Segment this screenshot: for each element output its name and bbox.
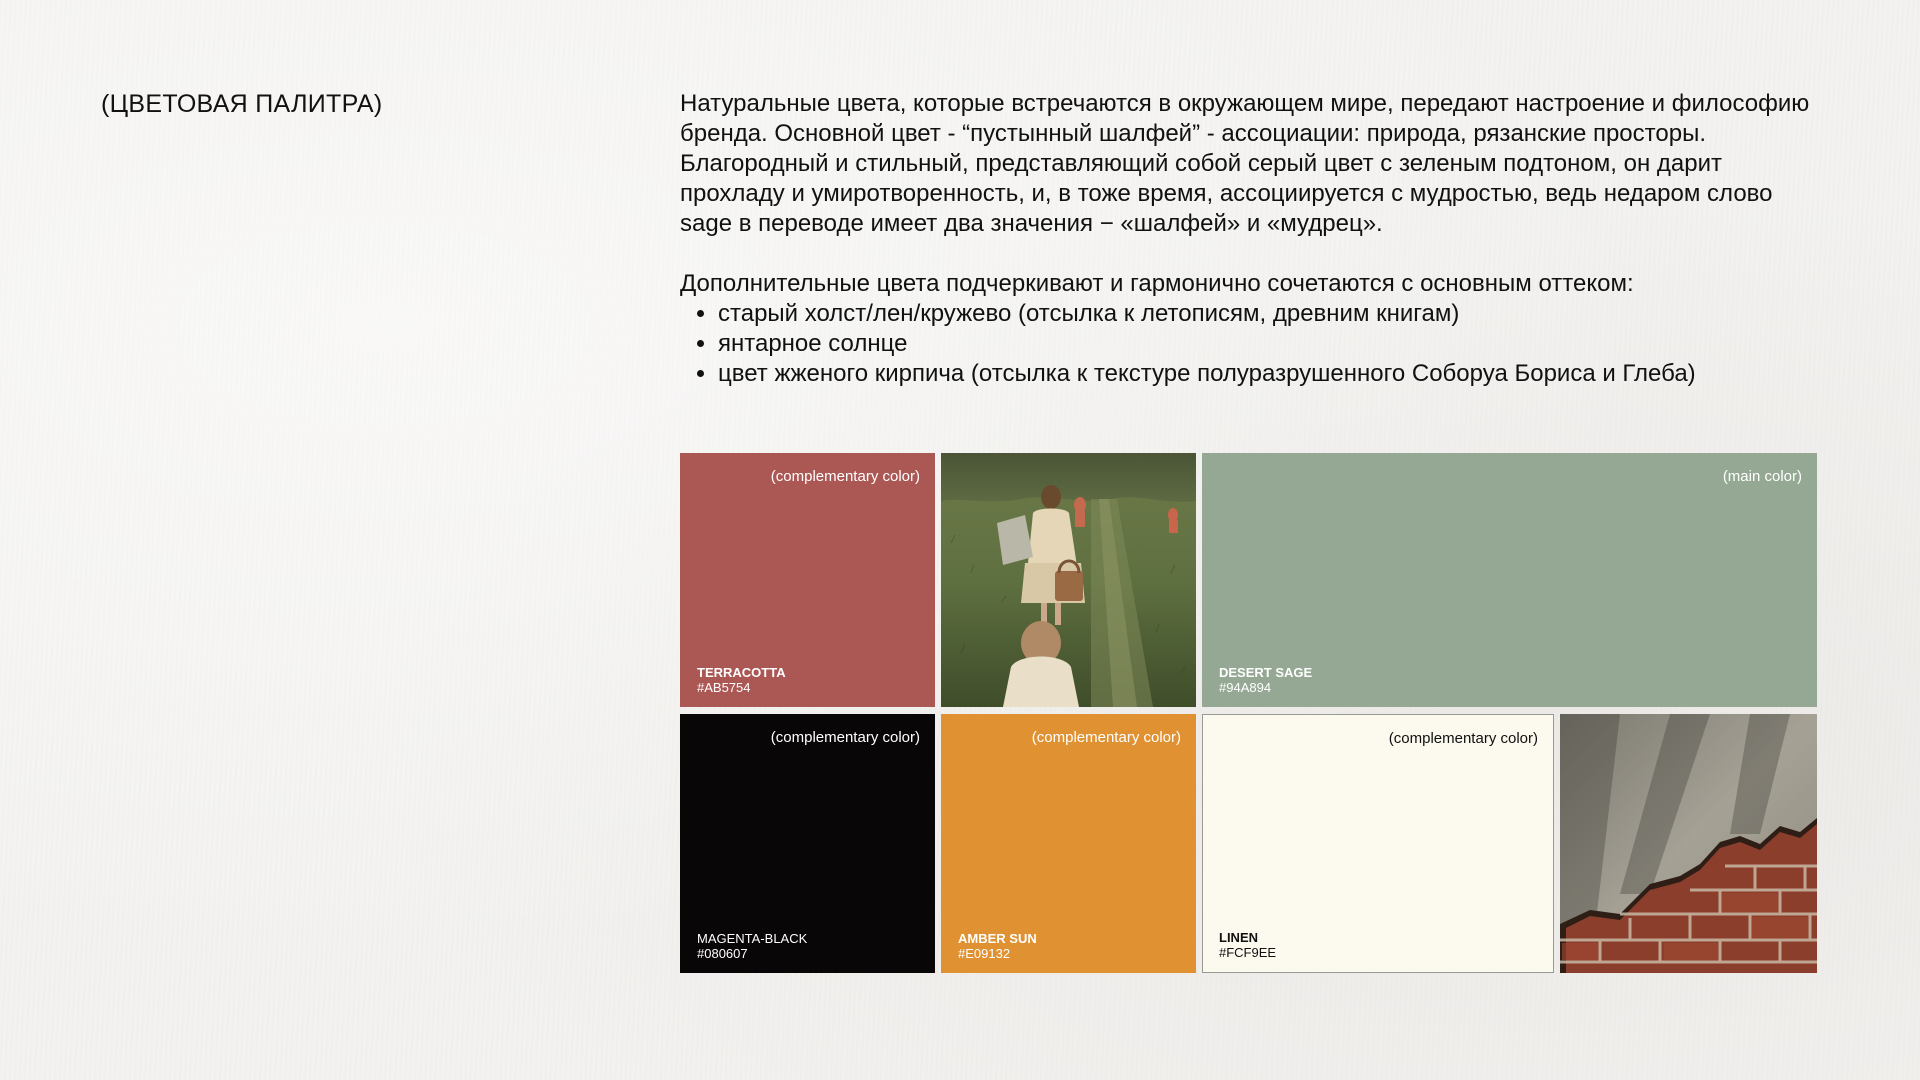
- swatch-tag: (complementary color): [770, 468, 920, 485]
- swatch-hex: #080607: [697, 946, 748, 961]
- swatch-tag: (complementary color): [1031, 729, 1181, 746]
- list-item: янтарное солнце: [718, 329, 1830, 359]
- list-item: старый холст/лен/кружево (отсылка к лето…: [718, 299, 1830, 329]
- swatch-linen: (complementary color) LINEN #FCF9EE: [1202, 714, 1554, 973]
- field-photo-illustration: [941, 453, 1196, 707]
- swatch-amber-sun: (complementary color) AMBER SUN #E09132: [941, 714, 1196, 973]
- brick-wall-illustration: [1560, 714, 1817, 973]
- photo-brick-wall: [1560, 714, 1817, 973]
- swatch-name: MAGENTA-BLACK: [697, 931, 808, 946]
- swatch-hex: #AB5754: [697, 680, 751, 695]
- section-title: (ЦВЕТОВАЯ ПАЛИТРА): [101, 90, 383, 118]
- list-item: цвет жженого кирпича (отсылка к текстуре…: [718, 359, 1830, 389]
- swatch-name: AMBER SUN: [958, 931, 1037, 946]
- swatch-tag: (complementary color): [1388, 730, 1538, 747]
- swatch-hex: #94A894: [1219, 680, 1272, 695]
- swatch-name: TERRACOTTA: [697, 665, 786, 680]
- swatch-hex: #E09132: [958, 946, 1011, 961]
- secondary-colors-list: старый холст/лен/кружево (отсылка к лето…: [680, 299, 1830, 389]
- swatch-terracotta: (complementary color) TERRACOTTA #AB5754: [680, 453, 935, 707]
- photo-children-in-field: [941, 453, 1196, 707]
- swatch-hex: #FCF9EE: [1219, 945, 1277, 960]
- intro-paragraph: Натуральные цвета, которые встречаются в…: [680, 90, 1810, 237]
- secondary-intro: Дополнительные цвета подчеркивают и гарм…: [680, 270, 1634, 297]
- swatch-magenta-black: (complementary color) MAGENTA-BLACK #080…: [680, 714, 935, 973]
- swatch-tag: (main color): [1722, 468, 1802, 485]
- palette-description: Натуральные цвета, которые встречаются в…: [680, 89, 1830, 389]
- swatch-name: DESERT SAGE: [1219, 665, 1313, 680]
- swatch-tag: (complementary color): [770, 729, 920, 746]
- swatch-desert-sage: (main color) DESERT SAGE #94A894: [1202, 453, 1817, 707]
- swatch-name: LINEN: [1219, 930, 1258, 945]
